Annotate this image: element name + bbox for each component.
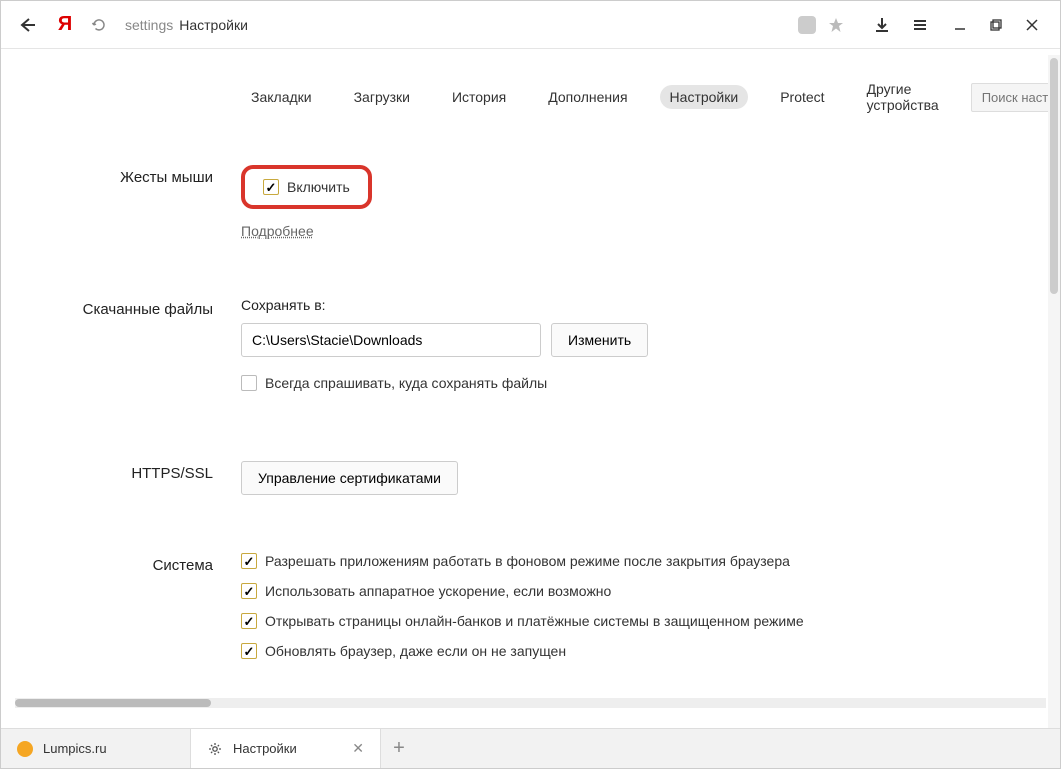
window-controls: [930, 15, 1052, 35]
address-bar[interactable]: settings Настройки: [117, 9, 854, 41]
browser-tab-settings[interactable]: Настройки ✕: [191, 729, 381, 768]
tab-downloads[interactable]: Загрузки: [344, 85, 420, 109]
search-settings-wrapper: [971, 83, 1060, 112]
tab-title: Настройки: [233, 741, 342, 756]
section-system: Система Разрешать приложениям работать в…: [1, 553, 1060, 673]
tab-title: Lumpics.ru: [43, 741, 174, 756]
reload-icon: [91, 17, 107, 33]
download-path-input[interactable]: [241, 323, 541, 357]
maximize-button[interactable]: [986, 15, 1006, 35]
section-title-system: Система: [1, 553, 241, 673]
download-icon: [874, 17, 890, 33]
tab-strip: Lumpics.ru Настройки ✕ +: [1, 728, 1060, 768]
change-path-button[interactable]: Изменить: [551, 323, 648, 357]
bookmark-star-icon[interactable]: [826, 15, 846, 35]
section-title-mouse: Жесты мыши: [1, 165, 241, 239]
checkbox-icon: [241, 375, 257, 391]
enable-mouse-gestures-checkbox[interactable]: Включить: [263, 179, 350, 195]
system-background-apps-checkbox[interactable]: Разрешать приложениям работать в фоновом…: [241, 553, 1060, 569]
new-tab-button[interactable]: +: [381, 729, 417, 768]
menu-button[interactable]: [910, 15, 930, 35]
hamburger-icon: [912, 17, 928, 33]
gear-icon: [207, 741, 223, 757]
checkbox-label: Использовать аппаратное ускорение, если …: [265, 583, 611, 599]
maximize-icon: [989, 18, 1003, 32]
browser-tab-lumpics[interactable]: Lumpics.ru: [1, 729, 191, 768]
downloads-button[interactable]: [872, 15, 892, 35]
section-https-ssl: HTTPS/SSL Управление сертификатами: [1, 461, 1060, 495]
minimize-icon: [953, 18, 967, 32]
tab-addons[interactable]: Дополнения: [538, 85, 637, 109]
section-title-https: HTTPS/SSL: [1, 461, 241, 495]
tab-protect[interactable]: Protect: [770, 85, 834, 109]
manage-certificates-button[interactable]: Управление сертификатами: [241, 461, 458, 495]
checkbox-icon: [241, 553, 257, 569]
checkbox-label: Обновлять браузер, даже если он не запущ…: [265, 643, 566, 659]
system-protected-banking-checkbox[interactable]: Открывать страницы онлайн-банков и платё…: [241, 613, 1060, 629]
section-mouse-gestures: Жесты мыши Включить Подробнее: [1, 165, 1060, 239]
checkbox-icon: [241, 583, 257, 599]
back-button[interactable]: [9, 7, 45, 43]
system-hardware-accel-checkbox[interactable]: Использовать аппаратное ускорение, если …: [241, 583, 1060, 599]
enable-mouse-gestures-highlight: Включить: [241, 165, 372, 209]
yandex-logo-icon[interactable]: Я: [53, 13, 77, 37]
system-update-browser-checkbox[interactable]: Обновлять браузер, даже если он не запущ…: [241, 643, 1060, 659]
mouse-gestures-details-link[interactable]: Подробнее: [241, 223, 314, 239]
close-icon: [1025, 18, 1039, 32]
checkbox-label: Разрешать приложениям работать в фоновом…: [265, 553, 790, 569]
always-ask-checkbox[interactable]: Всегда спрашивать, куда сохранять файлы: [241, 375, 1060, 391]
settings-body: Жесты мыши Включить Подробнее Скачанные …: [1, 135, 1060, 693]
save-to-label: Сохранять в:: [241, 297, 1060, 313]
checkbox-label: Всегда спрашивать, куда сохранять файлы: [265, 375, 547, 391]
arrow-left-icon: [17, 15, 37, 35]
checkbox-icon: [241, 613, 257, 629]
tab-history[interactable]: История: [442, 85, 516, 109]
minimize-button[interactable]: [950, 15, 970, 35]
titlebar: Я settings Настройки: [1, 1, 1060, 49]
content-area: Закладки Загрузки История Дополнения Нас…: [1, 49, 1060, 693]
checkbox-label: Открывать страницы онлайн-банков и платё…: [265, 613, 804, 629]
lumpics-favicon-icon: [17, 741, 33, 757]
toolbar-right: [854, 15, 930, 35]
nav-tabs: Закладки Загрузки История Дополнения Нас…: [1, 49, 1060, 135]
scrollbar-thumb[interactable]: [1050, 58, 1058, 294]
tab-close-button[interactable]: ✕: [352, 740, 364, 757]
address-text: Настройки: [179, 17, 248, 33]
horizontal-scrollbar[interactable]: [15, 698, 1046, 708]
address-prefix: settings: [125, 17, 173, 33]
search-settings-input[interactable]: [971, 83, 1060, 112]
tab-other-devices[interactable]: Другие устройства: [857, 77, 949, 117]
tab-settings[interactable]: Настройки: [660, 85, 749, 109]
tab-bookmarks[interactable]: Закладки: [241, 85, 322, 109]
section-title-downloads: Скачанные файлы: [1, 297, 241, 403]
vertical-scrollbar[interactable]: [1048, 55, 1060, 768]
close-button[interactable]: [1022, 15, 1042, 35]
reload-button[interactable]: [85, 11, 113, 39]
checkbox-label: Включить: [287, 179, 350, 195]
checkbox-icon: [241, 643, 257, 659]
protect-shield-icon[interactable]: [798, 16, 816, 34]
horizontal-scrollbar-thumb[interactable]: [15, 699, 211, 707]
checkbox-icon: [263, 179, 279, 195]
section-downloads: Скачанные файлы Сохранять в: Изменить Вс…: [1, 297, 1060, 403]
